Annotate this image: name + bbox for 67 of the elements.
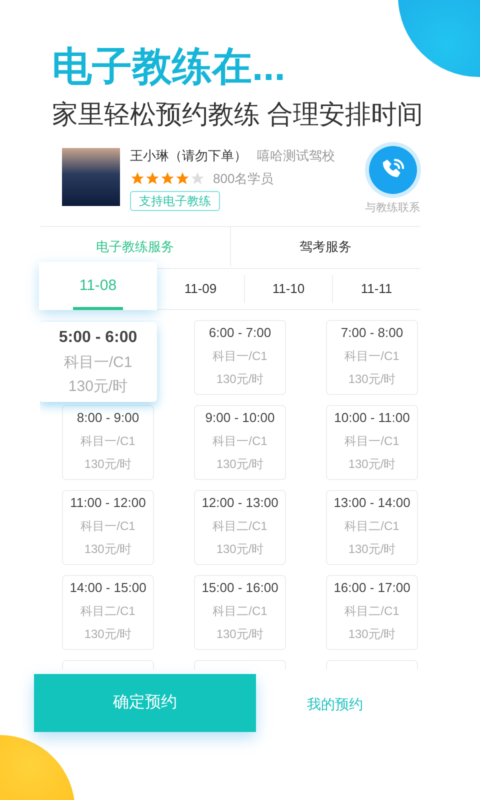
slot-card[interactable]: 11:00 - 12:00 科目一/C1 130元/时 <box>62 490 154 565</box>
service-tab[interactable]: 驾考服务 <box>230 227 420 266</box>
star-icon <box>130 170 145 186</box>
slot-subject: 科目一/C1 <box>344 348 400 365</box>
slot-subject: 科目二/C1 <box>80 603 136 620</box>
slot-subject: 科目一/C1 <box>212 348 268 365</box>
slot-subject: 科目一/C1 <box>212 433 268 450</box>
slot-price: 130元/时 <box>216 626 264 643</box>
slot-time: 14:00 - 15:00 <box>70 578 146 596</box>
slot-subject: 科目二/C1 <box>344 603 400 620</box>
slot-price: 130元/时 <box>348 626 396 643</box>
slot-subject: 科目一/C1 <box>80 433 136 450</box>
student-count: 800名学员 <box>213 170 274 188</box>
contact-label: 与教练联系 <box>365 200 420 216</box>
slot-price: 130元/时 <box>84 541 132 558</box>
slot-time: 8:00 - 9:00 <box>76 408 140 426</box>
date-tab[interactable]: 11-09 <box>157 275 244 303</box>
slot-card[interactable]: 7:00 - 8:00 科目一/C1 130元/时 <box>326 320 418 395</box>
slot-time: 15:00 - 16:00 <box>202 578 278 596</box>
slot-time: 7:00 - 8:00 <box>340 324 404 342</box>
phone-button[interactable] <box>368 146 416 194</box>
slot-subject: 科目一/C1 <box>344 433 400 450</box>
car-photo <box>62 148 120 206</box>
slot-card[interactable]: 15:00 - 16:00 科目二/C1 130元/时 <box>194 575 286 650</box>
school-name: 嘻哈测试驾校 <box>257 147 335 165</box>
tab-indicator <box>73 307 123 310</box>
date-tab[interactable]: 11-11 <box>332 275 420 303</box>
selected-slot-card[interactable]: 5:00 - 6:00 科目一/C1 130元/时 <box>40 322 157 402</box>
date-tab[interactable]: 11-10 <box>244 275 332 303</box>
star-icon <box>175 170 190 186</box>
slot-price: 130元/时 <box>348 371 396 388</box>
slot-price: 130元/时 <box>216 371 264 388</box>
slot-card[interactable]: 12:00 - 13:00 科目二/C1 130元/时 <box>194 490 286 565</box>
slot-time: 16:00 - 17:00 <box>334 578 410 596</box>
slot-price: 130元/时 <box>84 456 132 473</box>
coach-tag: 支持电子教练 <box>130 191 220 211</box>
slot-time: 12:00 - 13:00 <box>202 494 278 512</box>
slot-subject: 科目一/C1 <box>64 352 132 372</box>
slot-card[interactable]: 8:00 - 9:00 科目一/C1 130元/时 <box>62 405 154 480</box>
headline: 电子教练在... <box>52 44 286 91</box>
slot-card[interactable]: 14:00 - 15:00 科目二/C1 130元/时 <box>62 575 154 650</box>
slot-price: 130元/时 <box>348 541 396 558</box>
slot-price: 130元/时 <box>216 456 264 473</box>
slot-price: 130元/时 <box>84 626 132 643</box>
slot-time: 9:00 - 10:00 <box>205 408 275 426</box>
star-icon <box>190 170 205 186</box>
slot-subject: 科目二/C1 <box>344 518 400 535</box>
slot-card[interactable]: 9:00 - 10:00 科目一/C1 130元/时 <box>194 405 286 480</box>
slot-time: 13:00 - 14:00 <box>334 494 410 512</box>
subtitle: 家里轻松预约教练 合理安排时间 <box>52 98 424 131</box>
slot-card[interactable]: 6:00 - 7:00 科目一/C1 130元/时 <box>194 320 286 395</box>
slot-time: 5:00 - 6:00 <box>58 328 138 348</box>
slot-price: 130元/时 <box>216 541 264 558</box>
star-icon <box>145 170 160 186</box>
slot-subject: 科目一/C1 <box>80 518 136 535</box>
slot-card[interactable]: 13:00 - 14:00 科目二/C1 130元/时 <box>326 490 418 565</box>
coach-name: 王小琳（请勿下单） <box>130 147 247 165</box>
slot-card[interactable]: 16:00 - 17:00 科目二/C1 130元/时 <box>326 575 418 650</box>
slot-card[interactable]: 10:00 - 11:00 科目一/C1 130元/时 <box>326 405 418 480</box>
slot-subject: 科目二/C1 <box>212 603 268 620</box>
star-icon <box>160 170 175 186</box>
slot-price: 130元/时 <box>68 377 128 397</box>
slot-time: 11:00 - 12:00 <box>70 494 146 512</box>
slot-price: 130元/时 <box>348 456 396 473</box>
slot-time: 10:00 - 11:00 <box>334 408 410 426</box>
slot-subject: 科目二/C1 <box>212 518 268 535</box>
slot-time: 6:00 - 7:00 <box>208 324 272 342</box>
